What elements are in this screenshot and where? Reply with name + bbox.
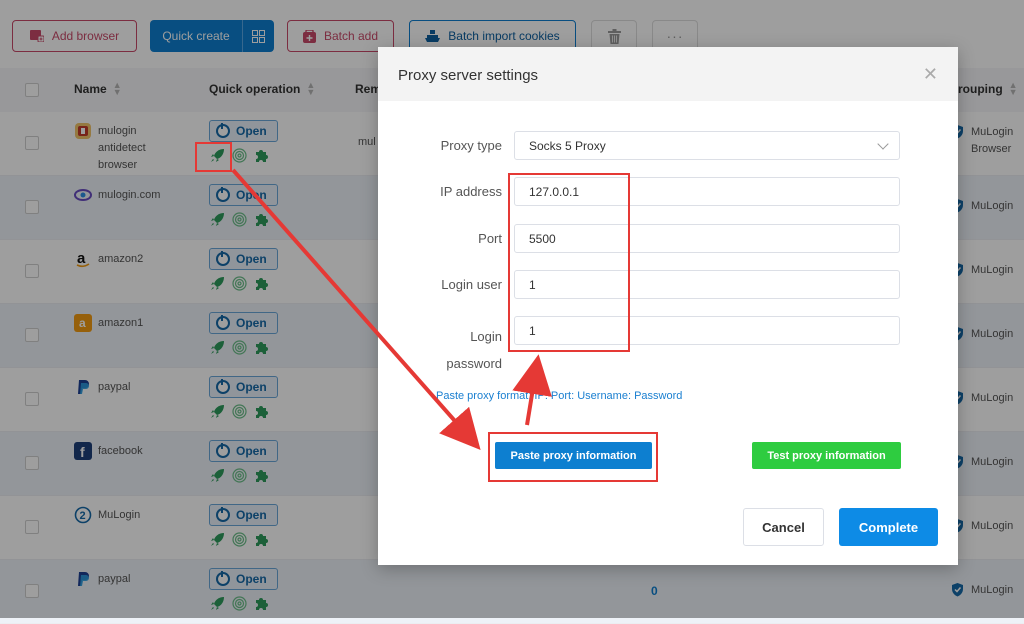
port-label: Port — [478, 231, 502, 246]
annotation-paste-box — [488, 432, 658, 482]
login-user-label: Login user — [441, 277, 502, 292]
proxy-type-value: Socks 5 Proxy — [529, 138, 606, 153]
close-icon[interactable]: ✕ — [923, 65, 938, 83]
modal-title: Proxy server settings — [398, 67, 539, 84]
proxy-settings-modal: Proxy server settings ✕ Proxy type Socks… — [378, 47, 958, 565]
login-password-label: Login password — [446, 329, 502, 371]
complete-button[interactable]: Complete — [839, 508, 938, 546]
annotation-fields-box — [508, 173, 630, 352]
proxy-format-hint: Paste proxy format: IP: Port: Username: … — [436, 390, 683, 402]
cancel-button[interactable]: Cancel — [743, 508, 824, 546]
modal-header: Proxy server settings ✕ — [378, 47, 958, 101]
test-proxy-button[interactable]: Test proxy information — [752, 442, 901, 469]
annotation-proxy-icon-box — [195, 142, 232, 172]
proxy-type-select[interactable]: Socks 5 Proxy — [514, 131, 900, 160]
proxy-type-label: Proxy type — [440, 138, 502, 153]
ip-address-label: IP address — [440, 184, 502, 199]
chevron-down-icon — [877, 138, 889, 150]
